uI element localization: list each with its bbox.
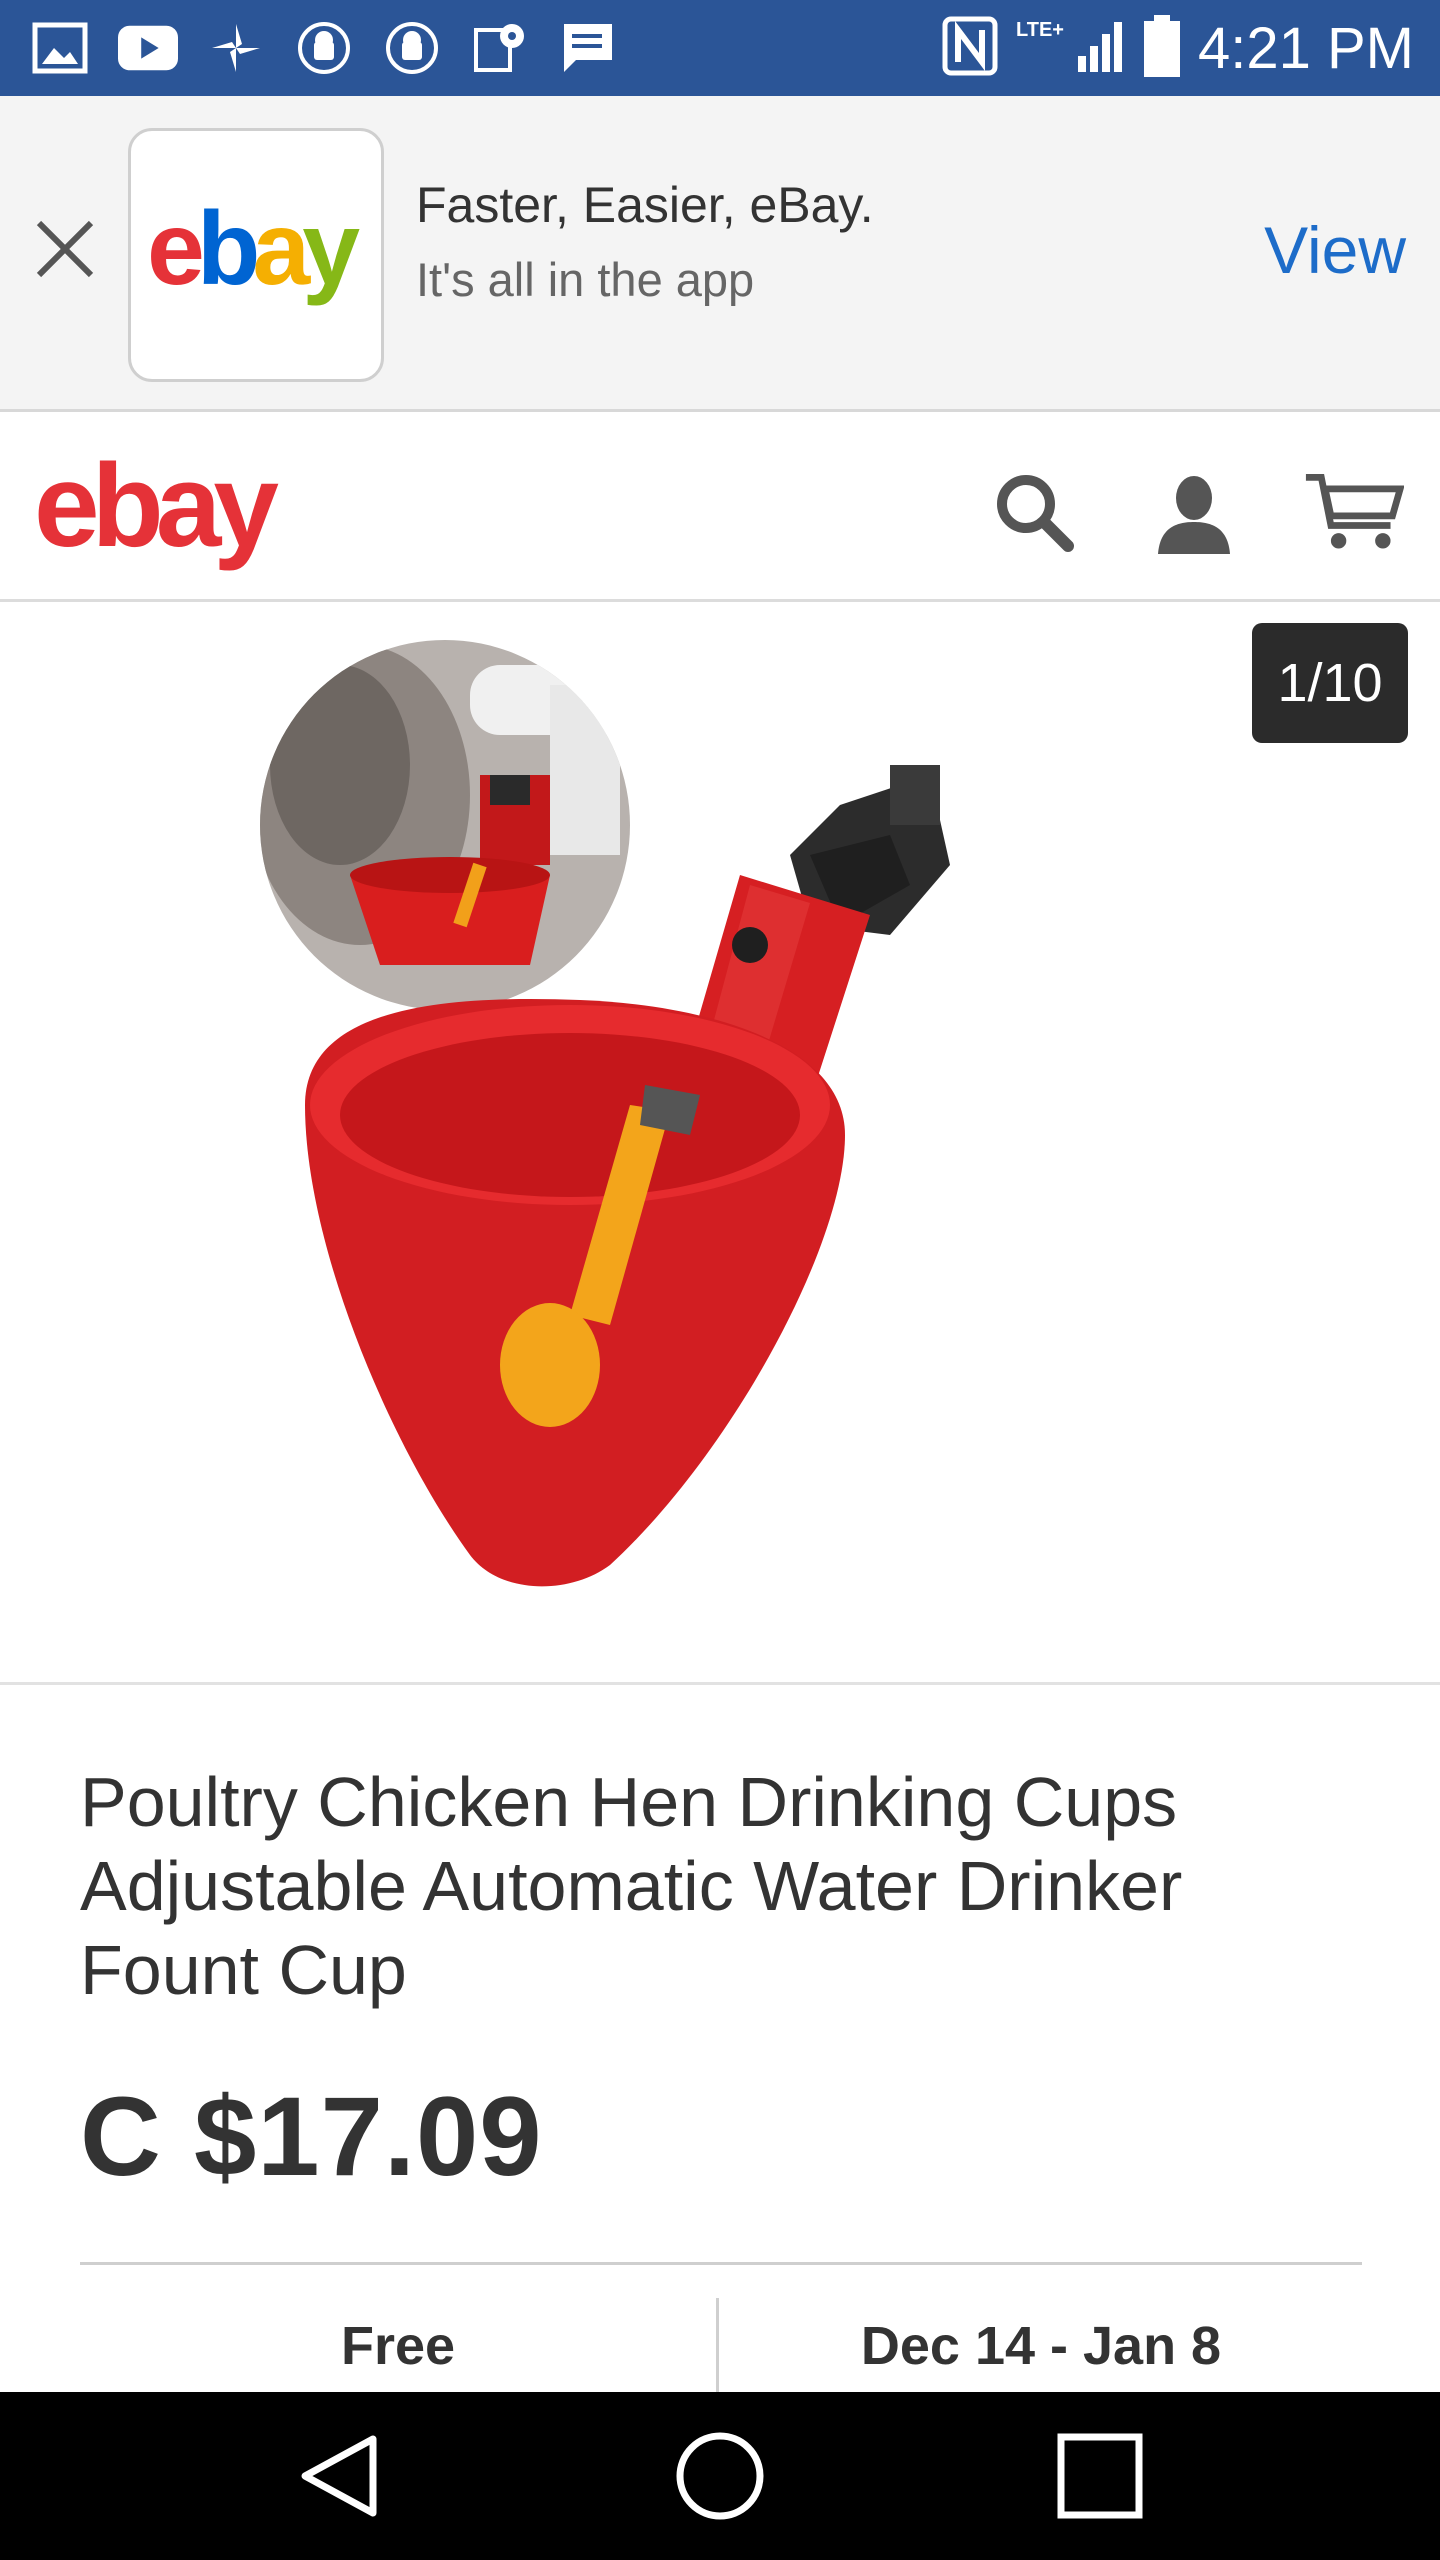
banner-title: Faster, Easier, eBay. — [416, 177, 874, 233]
image-counter: 1/10 — [1252, 623, 1408, 743]
system-status-icons: LTE+ 4:21 PM — [942, 14, 1414, 82]
nfc-icon — [942, 16, 998, 81]
recents-icon[interactable] — [1050, 2426, 1150, 2526]
delivery-estimate: Dec 14 - Jan 8 — [860, 2316, 1222, 2376]
status-time: 4:21 PM — [1198, 15, 1414, 81]
ebay-logo[interactable]: ebay — [34, 440, 304, 581]
close-icon[interactable] — [30, 214, 100, 284]
lte-signal-icon: LTE+ — [1016, 16, 1126, 81]
gallery-icon — [30, 18, 90, 78]
view-app-button[interactable]: View — [1264, 212, 1406, 288]
cart-icon[interactable] — [1304, 462, 1404, 562]
maps-icon — [470, 18, 530, 78]
product-price: C $17.09 — [80, 2074, 543, 2199]
divider — [80, 2262, 1362, 2265]
home-icon[interactable] — [670, 2426, 770, 2526]
android-icon — [294, 18, 354, 78]
banner-subtitle: It's all in the app — [416, 253, 755, 306]
android-navigation-bar — [0, 2392, 1440, 2560]
shipping-separator — [716, 2298, 719, 2392]
svg-text:ebay: ebay — [34, 456, 278, 572]
back-icon[interactable] — [290, 2426, 390, 2526]
ebay-app-icon[interactable]: ebay — [128, 128, 384, 382]
app-install-banner: ebay Faster, Easier, eBay. It's all in t… — [0, 96, 1440, 412]
battery-icon — [1144, 14, 1180, 82]
shipping-cost: Free — [340, 2316, 456, 2376]
ebay-logo: ebay — [147, 200, 368, 307]
product-image-gallery[interactable]: 1/10 — [0, 605, 1440, 1685]
header-actions — [984, 462, 1404, 562]
site-header: ebay — [0, 412, 1440, 602]
notification-icons — [30, 18, 618, 78]
svg-text:ebay: ebay — [147, 200, 360, 307]
status-bar: LTE+ 4:21 PM — [0, 0, 1440, 96]
message-icon — [558, 18, 618, 78]
user-icon[interactable] — [1144, 462, 1244, 562]
svg-text:LTE+: LTE+ — [1016, 19, 1064, 41]
product-image[interactable] — [250, 625, 1150, 1665]
search-icon[interactable] — [984, 462, 1084, 562]
product-title: Poultry Chicken Hen Drinking Cups Adjust… — [80, 1763, 1183, 2009]
android-icon — [382, 18, 442, 78]
pinwheel-icon — [206, 18, 266, 78]
youtube-icon — [118, 18, 178, 78]
